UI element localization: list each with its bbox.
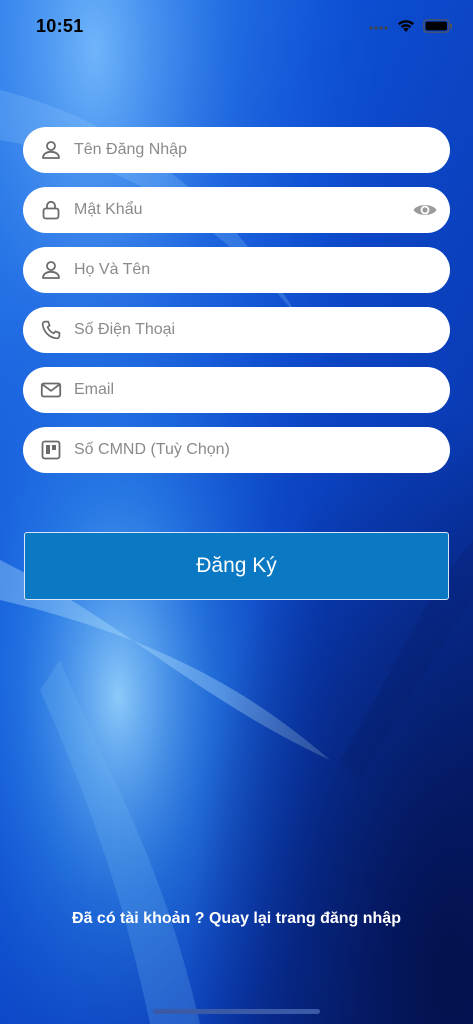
cellular-signal-icon [369, 26, 388, 30]
home-indicator [153, 1009, 320, 1014]
phone-input[interactable] [74, 307, 404, 353]
id-card-icon [41, 440, 61, 460]
back-to-login-link[interactable]: Đã có tài khoản ? Quay lại trang đăng nh… [0, 910, 473, 928]
password-input[interactable] [74, 187, 404, 233]
wifi-icon [398, 20, 414, 32]
status-bar: 10:51 [0, 0, 473, 58]
email-field [23, 367, 450, 413]
battery-icon [423, 19, 452, 33]
phone-field [23, 307, 450, 353]
fullname-field [23, 247, 450, 293]
email-input[interactable] [74, 367, 404, 413]
registration-form [23, 127, 450, 487]
lock-icon [42, 200, 60, 220]
user-icon [42, 141, 60, 159]
status-time: 10:51 [36, 16, 84, 36]
id-card-input[interactable] [74, 427, 404, 473]
id-card-field [23, 427, 450, 473]
status-icons [369, 19, 453, 33]
fullname-input[interactable] [74, 247, 404, 293]
eye-icon[interactable] [412, 199, 438, 221]
phone-icon [41, 320, 61, 340]
mail-icon [40, 382, 62, 398]
username-input[interactable] [74, 127, 404, 173]
register-button[interactable]: Đăng Ký [24, 532, 449, 600]
username-field [23, 127, 450, 173]
password-field [23, 187, 450, 233]
user-icon [42, 261, 60, 279]
